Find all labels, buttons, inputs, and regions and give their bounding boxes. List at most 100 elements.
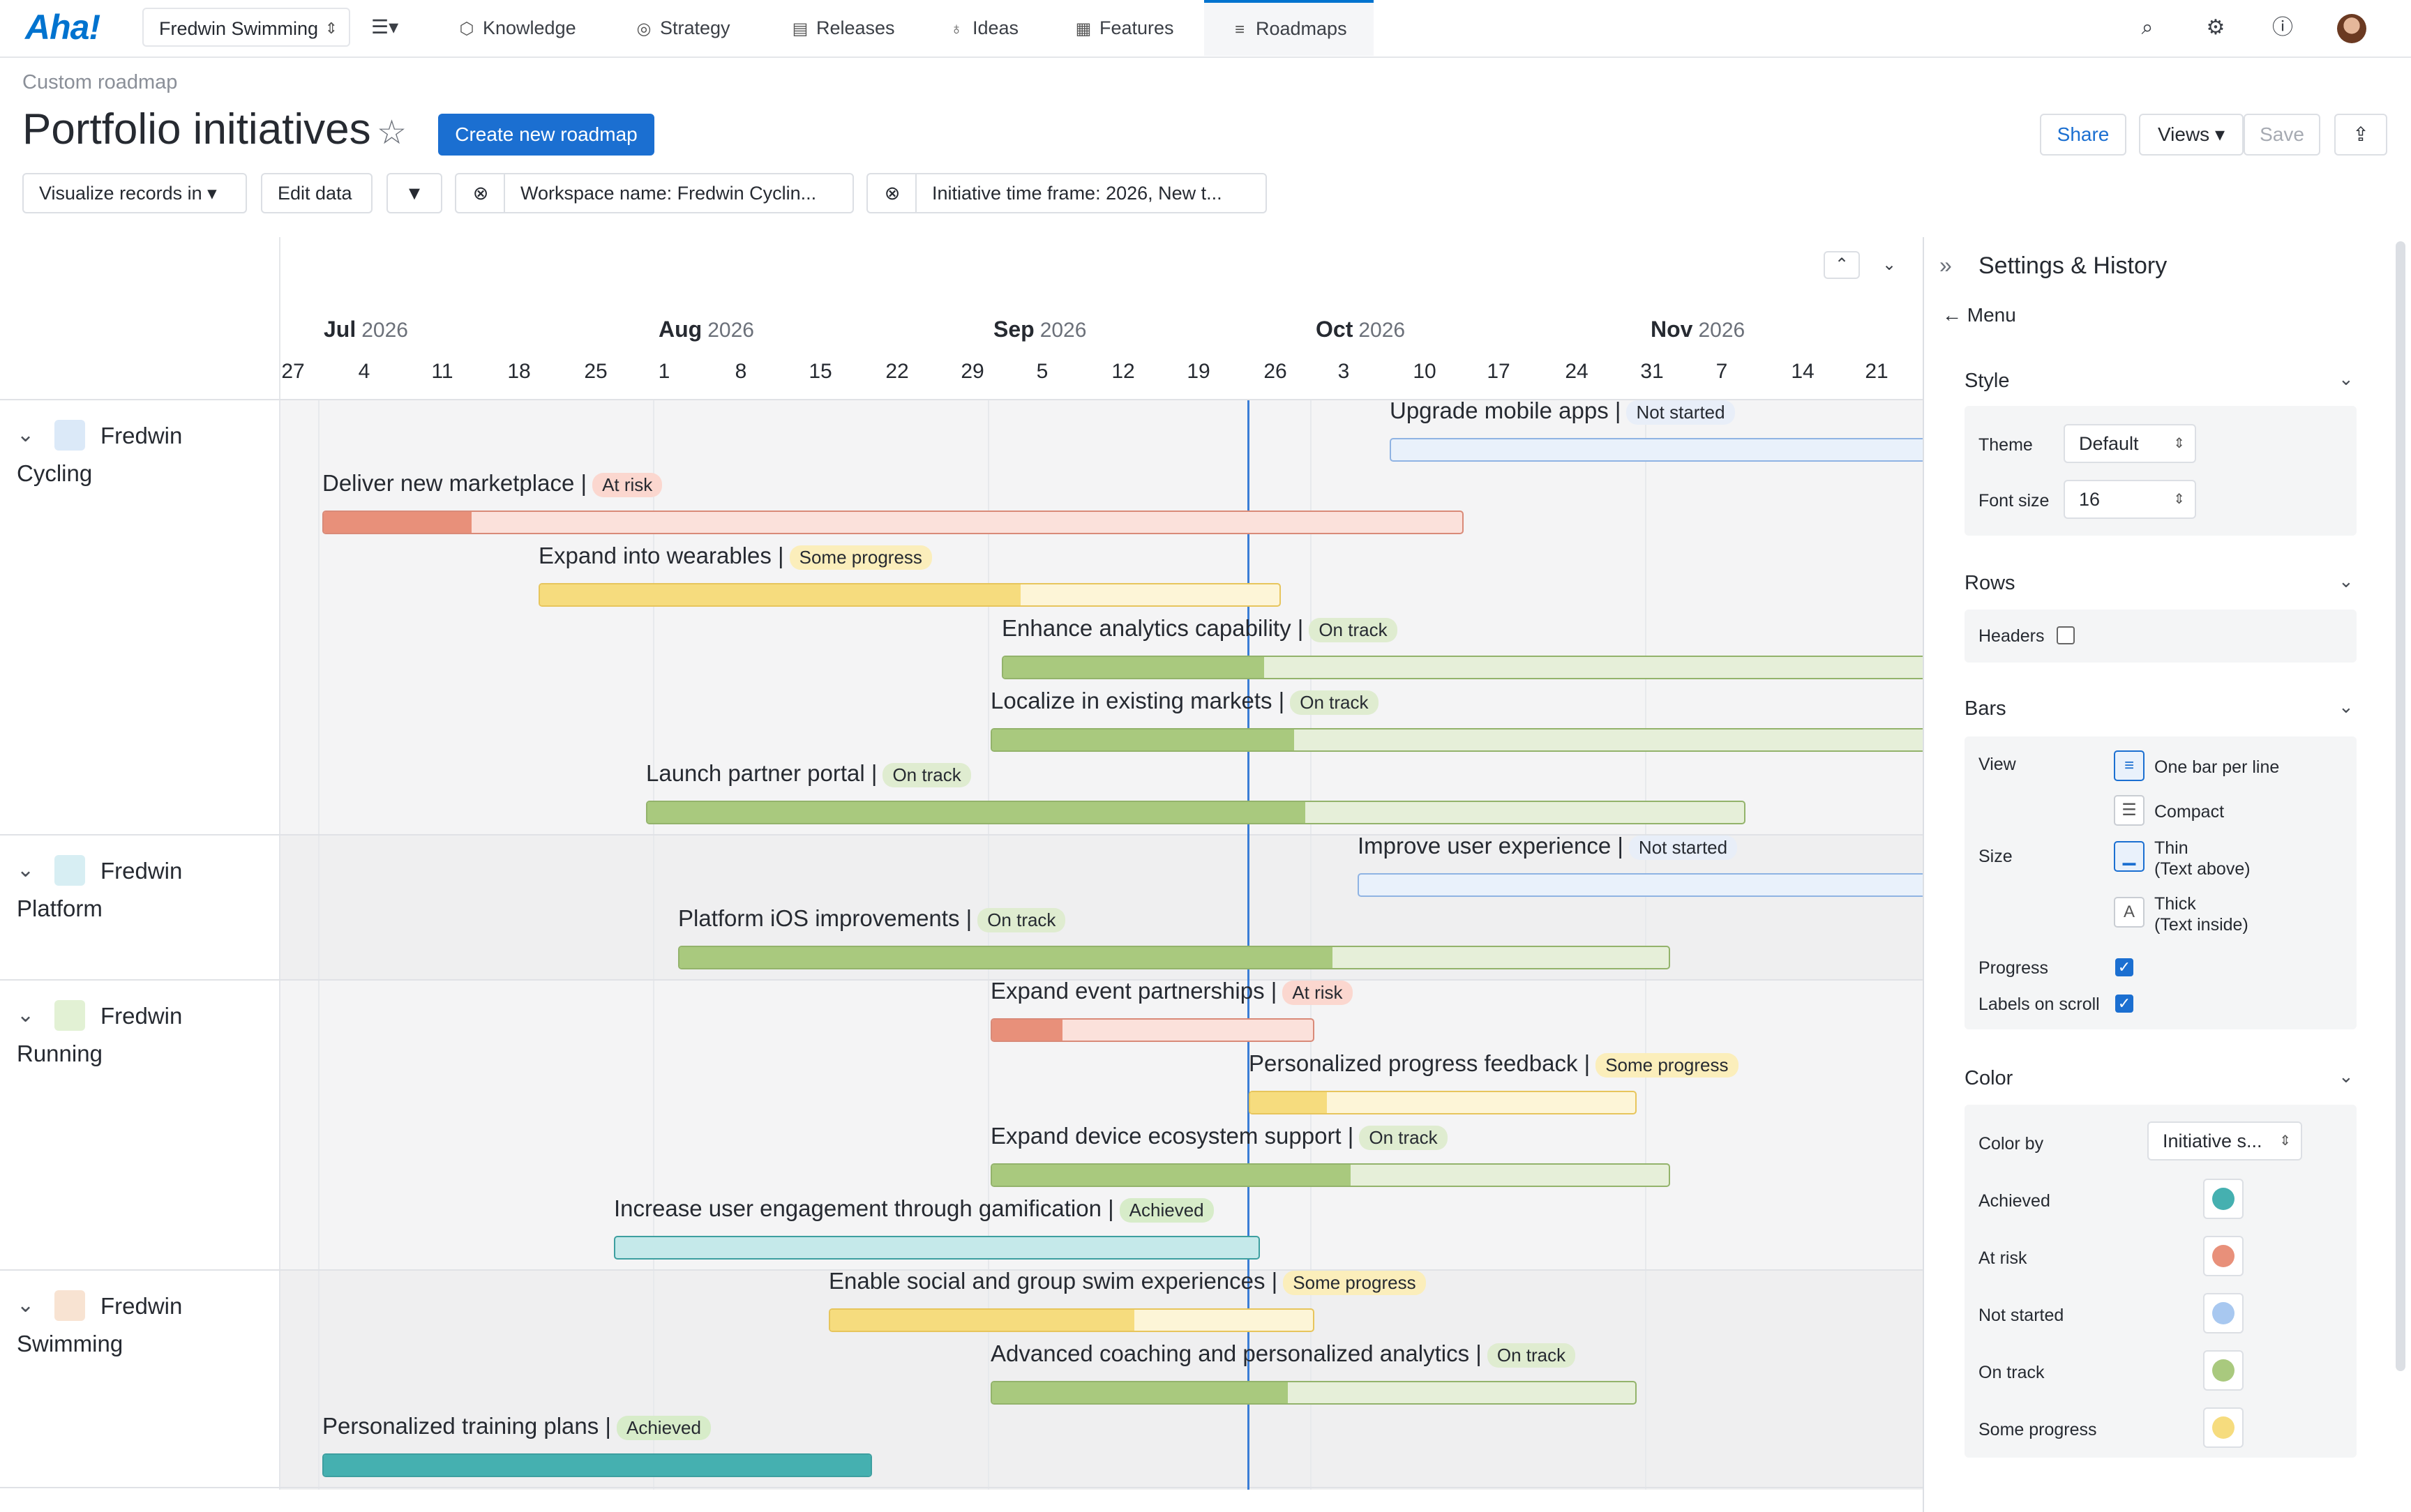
panel-scrollbar[interactable] — [2396, 241, 2405, 1371]
bars-section-title[interactable]: Bars — [1965, 697, 2006, 720]
initiative-bar[interactable] — [646, 801, 1745, 824]
initiative-bar[interactable] — [678, 946, 1670, 969]
week-label: 8 — [735, 360, 747, 383]
on-track-color-picker[interactable] — [2203, 1350, 2244, 1391]
share-button[interactable]: Share — [2040, 114, 2126, 156]
export-icon[interactable]: ⇪ — [2334, 114, 2387, 156]
not-started-color-picker[interactable] — [2203, 1293, 2244, 1333]
aha-logo[interactable]: Aha! — [25, 7, 100, 47]
style-section-title[interactable]: Style — [1965, 370, 2009, 393]
initiative-title[interactable]: Launch partner portal | On track — [646, 760, 971, 787]
avatar[interactable] — [2337, 14, 2366, 43]
chevron-down-icon[interactable]: ⌄ — [2338, 696, 2354, 718]
thick-bar-icon[interactable]: A — [2114, 897, 2145, 928]
initiative-bar[interactable] — [1358, 873, 1923, 897]
initiative-title[interactable]: Increase user engagement through gamific… — [614, 1195, 1214, 1223]
at-risk-color-picker[interactable] — [2203, 1236, 2244, 1276]
initiative-title[interactable]: Expand device ecosystem support | On trac… — [991, 1123, 1448, 1150]
collapse-all-icon[interactable]: ⌃ — [1824, 251, 1860, 279]
edit-data-button[interactable]: Edit data — [261, 173, 373, 213]
initiative-bar[interactable] — [991, 1381, 1637, 1405]
initiative-bar[interactable] — [1002, 656, 1923, 679]
labels-on-scroll-checkbox[interactable]: ✓ — [2115, 995, 2133, 1013]
initiative-bar[interactable] — [1390, 438, 1923, 462]
chevron-down-icon[interactable]: ⌄ — [2338, 570, 2354, 592]
initiative-title[interactable]: Expand event partnerships | At risk — [991, 978, 1353, 1005]
initiative-bar[interactable] — [991, 728, 1923, 752]
initiative-title[interactable]: Platform iOS improvements | On track — [678, 905, 1066, 932]
progress-checkbox[interactable]: ✓ — [2115, 958, 2133, 976]
initiative-title[interactable]: Enable social and group swim experiences… — [829, 1268, 1426, 1295]
visualize-records-button[interactable]: Visualize records in ▾ — [22, 173, 247, 213]
nav-strategy[interactable]: ◎ Strategy — [635, 0, 730, 56]
nav-menu-icon[interactable]: ☰▾ — [371, 15, 410, 40]
theme-select[interactable]: Default — [2064, 424, 2196, 463]
week-label: 5 — [1036, 360, 1049, 383]
one-bar-per-line-icon[interactable]: ≡ — [2114, 750, 2145, 781]
color-section-title[interactable]: Color — [1965, 1067, 2013, 1090]
chevron-down-icon[interactable]: ⌄ — [17, 423, 34, 447]
settings-user-icon[interactable]: ⚙ — [2203, 15, 2228, 40]
views-button[interactable]: Views ▾ — [2139, 114, 2244, 156]
chevron-down-icon[interactable]: ⌄ — [17, 1293, 34, 1317]
achieved-color-picker[interactable] — [2203, 1179, 2244, 1219]
workspace-filter[interactable]: Workspace name: Fredwin Cyclin... — [504, 173, 854, 213]
chevron-down-icon[interactable]: ⌄ — [17, 858, 34, 882]
thick-label[interactable]: Thick — [2154, 894, 2196, 914]
initiative-bar[interactable] — [322, 511, 1464, 534]
nav-features[interactable]: ▦ Features — [1074, 0, 1174, 56]
initiative-bar[interactable] — [991, 1163, 1670, 1187]
thin-bar-icon[interactable]: ▁ — [2114, 841, 2145, 872]
save-button[interactable]: Save — [2244, 114, 2320, 156]
expand-all-icon[interactable]: ⌄ — [1871, 251, 1907, 279]
help-icon[interactable]: ⓘ — [2270, 15, 2295, 40]
compact-icon[interactable]: ☰ — [2114, 795, 2145, 826]
some-progress-color-picker[interactable] — [2203, 1407, 2244, 1448]
breadcrumb[interactable]: Custom roadmap — [22, 71, 177, 94]
initiative-title[interactable]: Personalized training plans | Achieved — [322, 1413, 711, 1440]
initiative-bar[interactable] — [1249, 1091, 1637, 1114]
color-by-select[interactable]: Initiative s... — [2147, 1121, 2302, 1161]
one-bar-label[interactable]: One bar per line — [2154, 757, 2279, 778]
collapse-panel-icon[interactable]: » — [1939, 252, 1952, 278]
initiative-title[interactable]: Improve user experience | Not started — [1358, 833, 1738, 860]
initiative-title[interactable]: Enhance analytics capability | On track — [1002, 615, 1397, 642]
chevron-down-icon[interactable]: ⌄ — [17, 1003, 34, 1027]
workspace-icon — [54, 1000, 85, 1031]
filter-icon[interactable]: ▼ — [386, 173, 442, 213]
initiative-bar[interactable] — [991, 1018, 1314, 1042]
lane-divider — [0, 979, 1923, 981]
nav-releases[interactable]: ▤ Releases — [791, 0, 895, 56]
initiative-bar[interactable] — [614, 1236, 1260, 1260]
initiative-bar[interactable] — [322, 1453, 872, 1477]
nav-roadmaps[interactable]: ≡ Roadmaps — [1204, 0, 1374, 56]
initiative-title[interactable]: Expand into wearables | Some progress — [539, 543, 932, 570]
workspace-select[interactable]: Fredwin Swimming — [142, 8, 350, 48]
clear-timeframe-filter-icon[interactable]: ⊗ — [866, 173, 917, 213]
initiative-title[interactable]: Deliver new marketplace | At risk — [322, 470, 663, 497]
font-size-select[interactable]: 16 — [2064, 480, 2196, 519]
initiative-title[interactable]: Advanced coaching and personalized analy… — [991, 1340, 1576, 1368]
rows-section-title[interactable]: Rows — [1965, 572, 2015, 595]
month-label: Sep 2026 — [993, 317, 1086, 342]
search-icon[interactable]: ⌕ — [2135, 15, 2160, 40]
week-label: 4 — [358, 360, 370, 383]
initiative-title[interactable]: Upgrade mobile apps | Not started — [1390, 398, 1735, 425]
chevron-down-icon[interactable]: ⌄ — [2338, 1066, 2354, 1087]
initiative-title[interactable]: Localize in existing markets | On track — [991, 688, 1379, 715]
menu-back-link[interactable]: ← Menu — [1942, 304, 2016, 326]
thin-label[interactable]: Thin — [2154, 838, 2188, 859]
timeframe-filter[interactable]: Initiative time frame: 2026, New t... — [915, 173, 1267, 213]
nav-knowledge[interactable]: ⬡ Knowledge — [458, 0, 576, 56]
star-icon[interactable]: ☆ — [377, 113, 407, 152]
create-roadmap-button[interactable]: Create new roadmap — [438, 114, 654, 156]
initiative-title[interactable]: Personalized progress feedback | Some pro… — [1249, 1050, 1738, 1078]
chevron-down-icon[interactable]: ⌄ — [2338, 368, 2354, 390]
compact-label[interactable]: Compact — [2154, 802, 2224, 822]
initiative-bar[interactable] — [539, 583, 1281, 607]
clear-filter-icon[interactable]: ⊗ — [455, 173, 505, 213]
nav-ideas[interactable]: ♁ Ideas — [947, 0, 1019, 56]
initiative-name: Personalized training plans | — [322, 1413, 611, 1439]
headers-checkbox[interactable] — [2057, 626, 2075, 644]
initiative-bar[interactable] — [829, 1308, 1314, 1332]
